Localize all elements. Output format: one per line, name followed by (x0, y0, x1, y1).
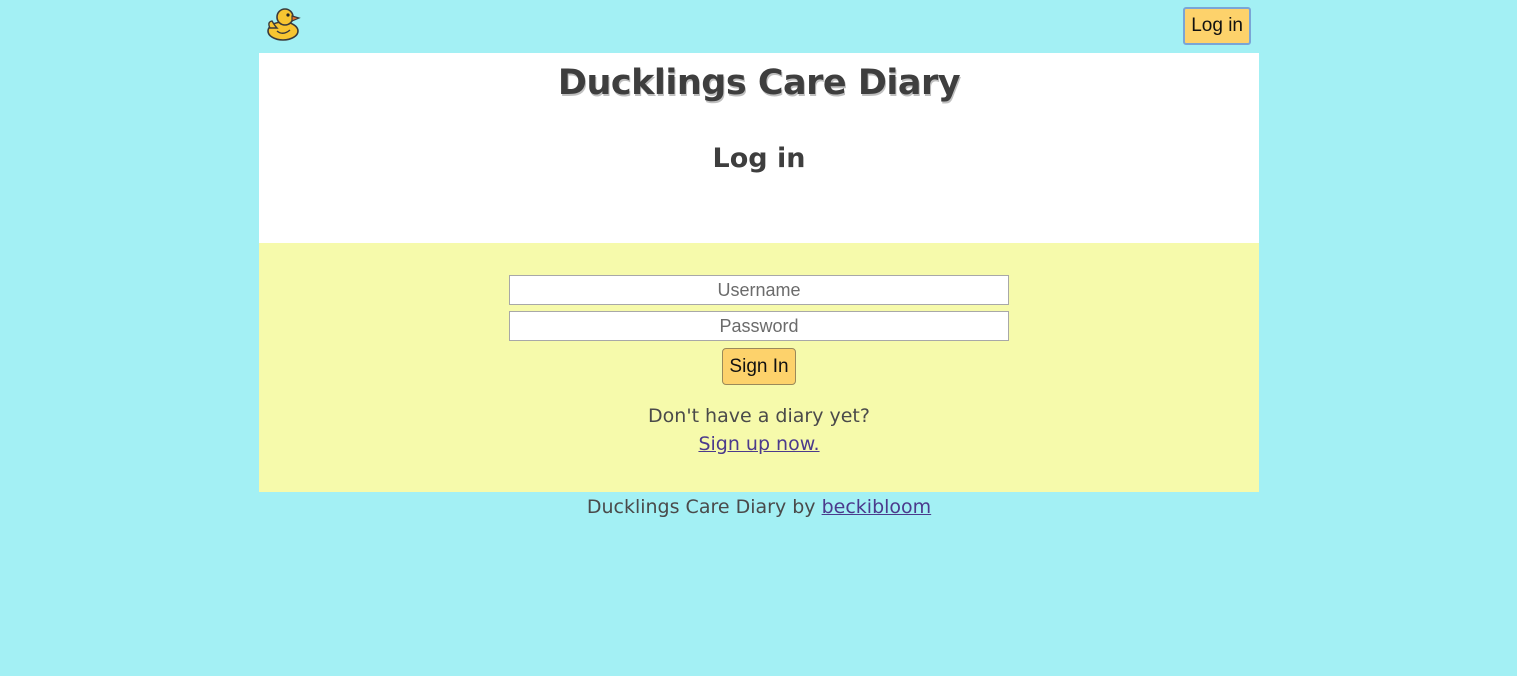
page-title: Log in (712, 143, 806, 174)
hero-section: Ducklings Care Diary Log in (259, 53, 1259, 243)
sign-in-button[interactable]: Sign In (722, 348, 796, 385)
login-form: Sign In Don't have a diary yet? Sign up … (259, 243, 1259, 492)
sign-up-link[interactable]: Sign up now. (698, 433, 819, 455)
footer-text: Ducklings Care Diary by (586, 496, 816, 518)
password-field[interactable] (509, 311, 1009, 341)
login-nav-button[interactable]: Log in (1183, 7, 1251, 45)
signup-prompt: Don't have a diary yet? (648, 405, 870, 427)
duck-icon[interactable] (263, 4, 301, 42)
author-link[interactable]: beckibloom (822, 496, 932, 518)
site-title: Ducklings Care Diary (557, 63, 961, 103)
top-bar: Log in (259, 0, 1259, 53)
page-container: Log in Ducklings Care Diary Log in Sign … (259, 0, 1259, 518)
footer: Ducklings Care Diary by beckibloom (259, 492, 1259, 518)
username-field[interactable] (509, 275, 1009, 305)
